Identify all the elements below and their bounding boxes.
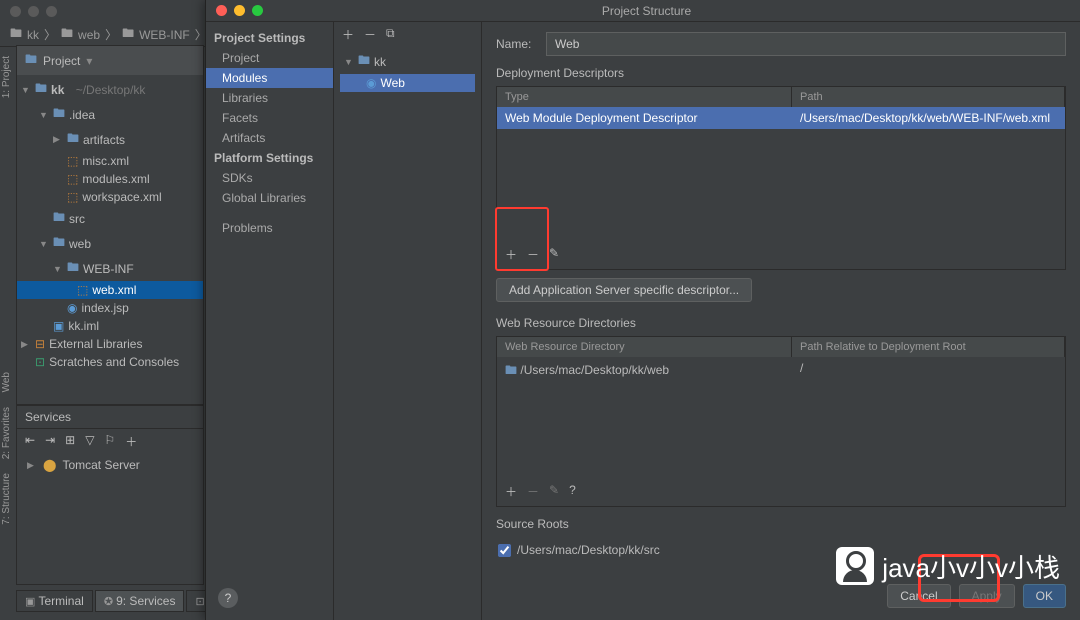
module-details: Name: Deployment Descriptors TypePath We…: [482, 22, 1080, 620]
tree-file-webxml[interactable]: ⬚web.xml: [17, 281, 203, 299]
table-row[interactable]: 🖿 /Users/mac/Desktop/kk/web/: [497, 357, 1065, 386]
source-root-checkbox[interactable]: [498, 544, 511, 557]
nav-header: Platform Settings: [206, 148, 333, 168]
bottom-tab-services[interactable]: ✪ 9: Services: [95, 590, 185, 612]
bottom-tab-terminal[interactable]: ▣ Terminal: [16, 590, 93, 612]
project-tool-window: 🖿Project▾ ▼🖿kk ~/Desktop/kk ▼🖿.idea ▶🖿ar…: [16, 45, 204, 405]
nav-item-modules[interactable]: Modules: [206, 68, 333, 88]
side-tab-project[interactable]: 1: Project: [0, 50, 13, 104]
nav-item-libraries[interactable]: Libraries: [206, 88, 333, 108]
tree-file[interactable]: ▣kk.iml: [17, 317, 203, 335]
tree-folder-webinf[interactable]: ▼🖿WEB-INF: [17, 256, 203, 281]
table-toolbar[interactable]: ＋ － ✎?: [497, 477, 584, 506]
add-descriptor-button[interactable]: Add Application Server specific descript…: [496, 278, 752, 302]
nav-header: Project Settings: [206, 28, 333, 48]
tree-file[interactable]: ⬚workspace.xml: [17, 188, 203, 206]
tree-folder-artifacts[interactable]: ▶🖿artifacts: [17, 127, 203, 152]
nav-item-problems[interactable]: Problems: [206, 218, 333, 238]
name-label: Name:: [496, 37, 536, 51]
nav-item-global-libs[interactable]: Global Libraries: [206, 188, 333, 208]
project-header[interactable]: 🖿Project▾: [17, 46, 203, 75]
folder-icon: 🖿: [61, 24, 73, 45]
name-input[interactable]: [546, 32, 1066, 56]
deployment-descriptors-table: TypePath Web Module Deployment Descripto…: [496, 86, 1066, 270]
module-item-kk[interactable]: ▼🖿kk: [340, 49, 475, 74]
side-tab-structure[interactable]: 7: Structure: [0, 467, 13, 531]
dialog-nav: Project Settings Project Modules Librari…: [206, 22, 334, 620]
tree-root[interactable]: ▼🖿kk ~/Desktop/kk: [17, 77, 203, 102]
tree-folder-idea[interactable]: ▼🖿.idea: [17, 102, 203, 127]
nav-item-sdks[interactable]: SDKs: [206, 168, 333, 188]
nav-item-artifacts[interactable]: Artifacts: [206, 128, 333, 148]
side-tab-favorites[interactable]: 2: Favorites: [0, 401, 13, 465]
tree-file[interactable]: ◉index.jsp: [17, 299, 203, 317]
tree-file[interactable]: ⬚modules.xml: [17, 170, 203, 188]
edit-icon: ✎: [549, 483, 559, 500]
services-item[interactable]: ▶⬤Tomcat Server: [17, 454, 203, 476]
annotation-highlight: [918, 554, 1000, 602]
ok-button[interactable]: OK: [1023, 584, 1066, 608]
help-button[interactable]: ?: [218, 588, 238, 608]
tree-folder-src[interactable]: 🖿src: [17, 206, 203, 231]
tree-file[interactable]: ⬚misc.xml: [17, 152, 203, 170]
edit-icon: ✎: [549, 246, 559, 263]
tree-external-libs[interactable]: ▶⊟External Libraries: [17, 335, 203, 353]
nav-item-project[interactable]: Project: [206, 48, 333, 68]
copy-icon: ⧉: [386, 26, 395, 43]
section-source-roots: Source Roots: [496, 517, 1066, 531]
project-structure-dialog: Project Structure Project Settings Proje…: [205, 0, 1080, 620]
add-icon: ＋: [505, 483, 517, 500]
module-item-web[interactable]: ◉Web: [340, 74, 475, 92]
services-tool-window: Services ⇤⇥⊞▽⚐＋ ▶⬤Tomcat Server: [16, 405, 204, 585]
module-list: ＋ － ⧉ ▼🖿kk ◉Web: [334, 22, 482, 620]
folder-icon: 🖿: [122, 24, 134, 45]
section-deployment-descriptors: Deployment Descriptors: [496, 66, 1066, 80]
web-resource-dirs-table: Web Resource DirectoryPath Relative to D…: [496, 336, 1066, 507]
remove-icon: －: [364, 26, 376, 43]
annotation-highlight: [495, 207, 549, 271]
add-icon: ＋: [342, 26, 354, 43]
tree-folder-web[interactable]: ▼🖿web: [17, 231, 203, 256]
table-row[interactable]: Web Module Deployment Descriptor/Users/m…: [497, 107, 1065, 129]
services-header: Services: [17, 406, 203, 429]
help-icon: ?: [569, 483, 576, 500]
tree-scratches[interactable]: ⊡Scratches and Consoles: [17, 353, 203, 371]
folder-icon: 🖿: [10, 24, 22, 45]
nav-item-facets[interactable]: Facets: [206, 108, 333, 128]
dialog-title: Project Structure: [213, 4, 1080, 18]
remove-icon: －: [527, 483, 539, 500]
side-tab-web[interactable]: Web: [0, 366, 13, 398]
section-web-resource-dirs: Web Resource Directories: [496, 316, 1066, 330]
module-toolbar[interactable]: ＋ － ⧉: [334, 22, 481, 47]
services-toolbar[interactable]: ⇤⇥⊞▽⚐＋: [17, 429, 203, 454]
